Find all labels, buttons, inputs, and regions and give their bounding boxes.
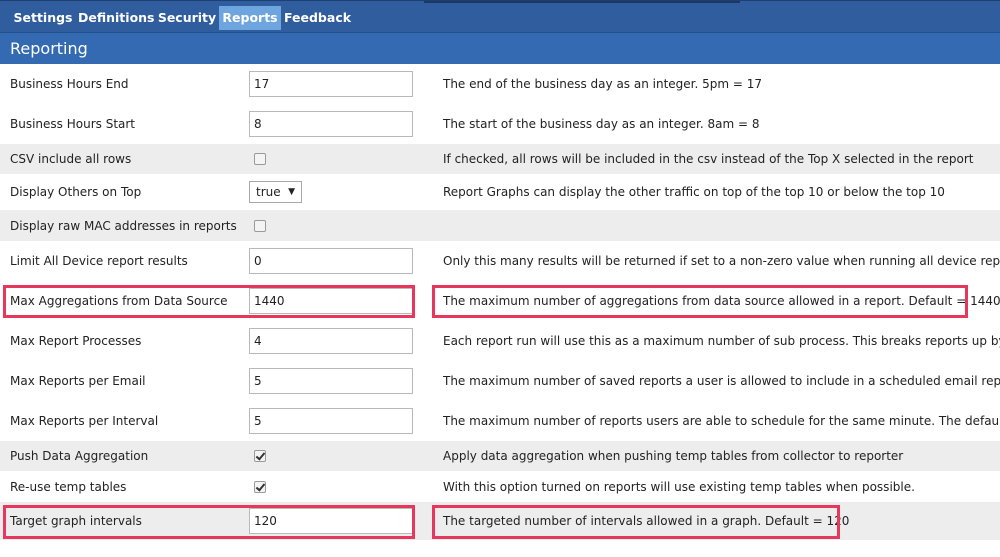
setting-description: Each report run will use this as a maxim… [443,334,1000,348]
setting-description: The maximum number of reports users are … [443,414,1000,428]
setting-row-max-aggregations: Max Aggregations from Data Source 1440 T… [0,281,1000,321]
display-raw-mac-checkbox[interactable] [254,219,266,232]
setting-description: The maximum number of aggregations from … [443,294,1000,308]
select-value: true [256,185,281,199]
setting-label: Re-use temp tables [10,479,127,494]
tab-security[interactable]: Security [157,6,217,30]
target-graph-intervals-input[interactable]: 120 [249,508,413,534]
tab-feedback[interactable]: Feedback [284,6,351,30]
setting-description: The end of the business day as an intege… [443,77,763,91]
setting-label: Max Reports per Email [10,374,146,388]
setting-label: Push Data Aggregation [10,449,149,463]
setting-row-display-others-on-top: Display Others on Top true ▼ Report Grap… [0,174,1000,210]
setting-row-target-graph-intervals: Target graph intervals 120 The targeted … [0,502,1000,540]
setting-label: Max Aggregations from Data Source [10,294,228,308]
setting-row-display-raw-mac: Display raw MAC addresses in reports [0,210,1000,241]
setting-row-reuse-temp-tables: Re-use temp tables With this option turn… [0,471,1000,502]
setting-description: The start of the business day as an inte… [443,117,760,131]
tab-settings[interactable]: Settings [11,6,75,30]
setting-label: Max Reports per Interval [10,414,159,428]
page-title: Reporting [10,39,88,58]
setting-label: Limit All Device report results [10,254,188,268]
tab-reports[interactable]: Reports [219,6,281,30]
setting-row-csv-include-all-rows: CSV include all rows If checked, all row… [0,144,1000,174]
setting-description: If checked, all rows will be included in… [443,152,974,166]
setting-description: The maximum number of saved reports a us… [443,374,1000,388]
business-hours-end-input[interactable]: 17 [249,71,413,97]
setting-row-max-reports-per-email: Max Reports per Email 5 The maximum numb… [0,361,1000,401]
csv-include-all-rows-checkbox[interactable] [254,153,266,165]
setting-label: Display raw MAC addresses in reports [10,218,237,233]
setting-row-max-reports-per-interval: Max Reports per Interval 5 The maximum n… [0,401,1000,441]
setting-row-max-report-processes: Max Report Processes 4 Each report run w… [0,321,1000,361]
dropdown-arrow-icon: ▼ [288,187,295,197]
nav-accent-strip [424,1,740,3]
setting-description: Apply data aggregation when pushing temp… [443,449,904,463]
setting-description: With this option turned on reports will … [443,479,915,494]
max-reports-per-interval-input[interactable]: 5 [249,408,413,434]
setting-label: CSV include all rows [10,152,132,166]
max-aggregations-input[interactable]: 1440 [249,288,413,314]
setting-label: Target graph intervals [10,514,142,528]
setting-label: Business Hours End [10,77,129,91]
setting-row-business-hours-end: Business Hours End 17 The end of the bus… [0,64,1000,104]
setting-row-limit-all-device: Limit All Device report results 0 Only t… [0,241,1000,281]
setting-label: Display Others on Top [10,185,142,199]
top-navigation: Settings Definitions Security Reports Fe… [0,0,1000,32]
push-data-aggregation-checkbox[interactable] [254,450,266,462]
section-header: Reporting [0,32,1000,64]
max-report-processes-input[interactable]: 4 [249,328,413,354]
setting-label: Business Hours Start [10,117,136,131]
setting-row-push-data-aggregation: Push Data Aggregation Apply data aggrega… [0,441,1000,471]
tab-definitions[interactable]: Definitions [78,6,155,30]
setting-description: The targeted number of intervals allowed… [443,514,850,528]
max-reports-per-email-input[interactable]: 5 [249,368,413,394]
limit-all-device-input[interactable]: 0 [249,248,413,274]
setting-description: Only this many results will be returned … [443,254,1000,268]
setting-label: Max Report Processes [10,334,142,348]
reuse-temp-tables-checkbox[interactable] [254,480,266,493]
business-hours-start-input[interactable]: 8 [249,111,413,137]
display-others-on-top-select[interactable]: true ▼ [249,181,302,203]
setting-description: Report Graphs can display the other traf… [443,185,945,199]
setting-row-business-hours-start: Business Hours Start 8 The start of the … [0,104,1000,144]
